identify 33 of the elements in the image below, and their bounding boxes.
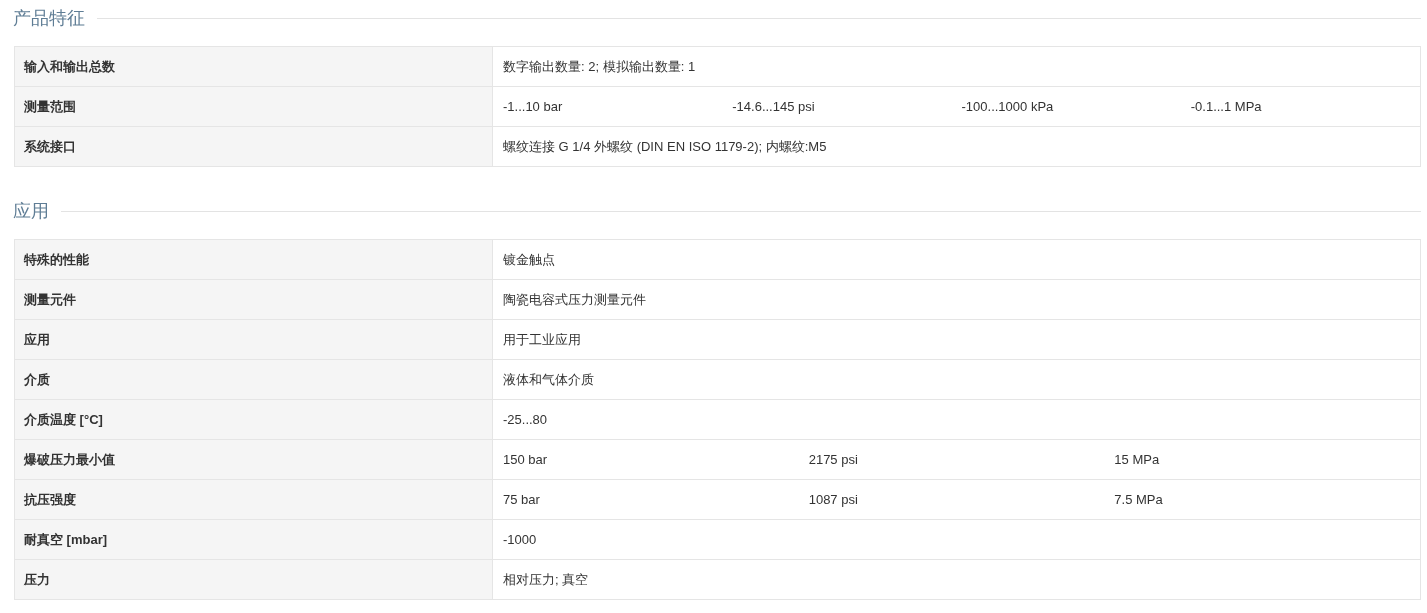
spec-value: -100...1000 kPa <box>961 97 1055 116</box>
spec-label: 介质 <box>15 360 493 399</box>
spec-value: -25...80 <box>503 410 549 429</box>
spec-value: 150 bar <box>503 450 549 469</box>
spec-label: 应用 <box>15 320 493 359</box>
spec-label: 爆破压力最小值 <box>15 440 493 479</box>
spec-label: 压力 <box>15 560 493 599</box>
spec-value: 螺纹连接 G 1/4 外螺纹 (DIN EN ISO 1179-2); 内螺纹:M5 <box>503 137 828 156</box>
spec-value: 7.5 MPa <box>1114 490 1164 509</box>
spec-value: 15 MPa <box>1114 450 1161 469</box>
spec-value: 用于工业应用 <box>503 330 582 349</box>
section-heading: 应用 <box>13 199 49 223</box>
spec-value: 75 bar <box>503 490 541 509</box>
spec-label: 系统接口 <box>15 127 493 166</box>
section-heading: 产品特征 <box>13 6 85 30</box>
spec-label: 特殊的性能 <box>15 240 493 279</box>
spec-value: -0.1...1 MPa <box>1190 97 1263 116</box>
spec-value: 液体和气体介质 <box>503 370 595 389</box>
spec-value: -1...10 bar <box>503 97 564 116</box>
spec-label: 测量范围 <box>15 87 493 126</box>
spec-label: 耐真空 [mbar] <box>15 520 493 559</box>
spec-value: 数字输出数量: 2; 模拟输出数量: 1 <box>503 57 697 76</box>
spec-label: 输入和输出总数 <box>15 47 493 86</box>
spec-value: -14.6...145 psi <box>732 97 816 116</box>
spec-label: 测量元件 <box>15 280 493 319</box>
spec-value: 1087 psi <box>808 490 859 509</box>
spec-label: 抗压强度 <box>15 480 493 519</box>
spec-value: 陶瓷电容式压力测量元件 <box>503 290 647 309</box>
spec-value: 相对压力; 真空 <box>503 570 590 589</box>
spec-value: 2175 psi <box>808 450 859 469</box>
spec-value: -1000 <box>503 530 538 549</box>
spec-value: 镀金触点 <box>503 250 556 269</box>
spec-label: 介质温度 [°C] <box>15 400 493 439</box>
